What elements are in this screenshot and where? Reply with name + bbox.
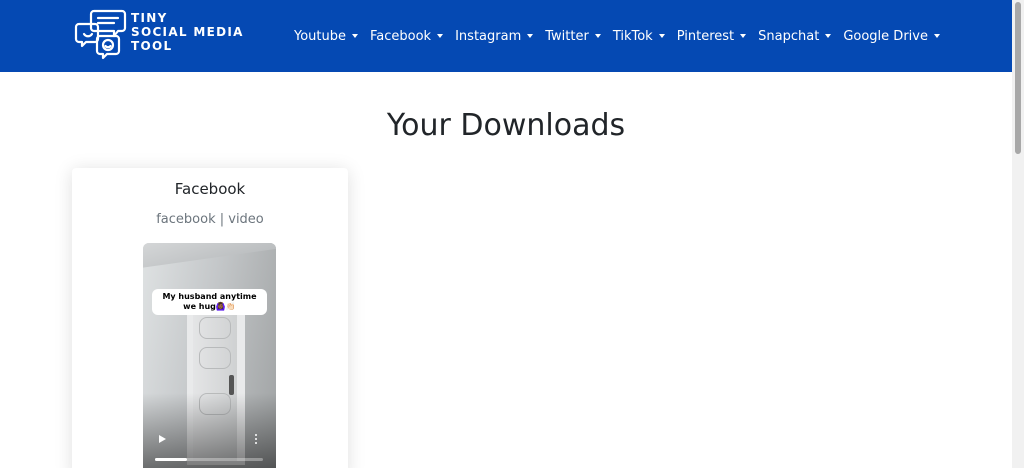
caret-down-icon — [594, 34, 601, 38]
site-header: TINY SOCIAL MEDIA TOOL Youtube Facebook … — [0, 0, 1012, 72]
logo-line-2: SOCIAL MEDIA — [131, 25, 244, 39]
nav-pinterest[interactable]: Pinterest — [671, 21, 752, 51]
card-title: Facebook — [174, 180, 246, 198]
page-scrollbar[interactable] — [1012, 0, 1024, 468]
video-frame-door-panel — [199, 347, 231, 369]
nav-twitter[interactable]: Twitter — [539, 21, 607, 51]
caret-down-icon — [740, 34, 747, 38]
more-vertical-icon[interactable] — [255, 434, 258, 445]
nav-snapchat-label: Snapchat — [758, 28, 820, 44]
main-nav: Youtube Facebook Instagram Twitter TikTo… — [288, 0, 946, 72]
card-subtitle: facebook | video — [156, 212, 264, 227]
caret-down-icon — [352, 34, 358, 38]
caret-down-icon — [825, 34, 832, 38]
page: TINY SOCIAL MEDIA TOOL Youtube Facebook … — [0, 0, 1024, 468]
caret-down-icon — [658, 34, 665, 38]
nav-tiktok[interactable]: TikTok — [607, 21, 671, 51]
caret-down-icon — [527, 34, 534, 38]
nav-facebook-label: Facebook — [370, 28, 432, 44]
nav-tiktok-label: TikTok — [612, 28, 653, 44]
nav-instagram-label: Instagram — [455, 28, 522, 44]
nav-youtube-label: Youtube — [294, 28, 346, 44]
video-progress-bar[interactable] — [155, 458, 263, 461]
video-frame-door-panel — [199, 317, 231, 339]
page-title: Your Downloads — [386, 108, 626, 143]
nav-google-drive[interactable]: Google Drive — [837, 21, 946, 51]
play-icon[interactable] — [159, 435, 166, 443]
video-player[interactable]: My husband anytime we hug🙆🏾‍♀️👏🏻 — [143, 243, 276, 468]
video-frame-door-handle — [229, 375, 234, 395]
video-controls-gradient — [143, 393, 276, 468]
video-progress-fill — [155, 458, 188, 461]
logo-line-1: TINY — [131, 11, 168, 25]
logo-line-3: TOOL — [131, 39, 173, 53]
site-logo[interactable]: TINY SOCIAL MEDIA TOOL — [74, 8, 254, 60]
video-caption: My husband anytime we hug🙆🏾‍♀️👏🏻 — [152, 289, 267, 315]
nav-google-drive-label: Google Drive — [843, 28, 928, 44]
nav-pinterest-label: Pinterest — [676, 28, 735, 44]
caret-down-icon — [933, 34, 940, 38]
scrollbar-thumb[interactable] — [1015, 2, 1021, 154]
nav-snapchat[interactable]: Snapchat — [752, 21, 837, 51]
chat-bubbles-smiley-icon — [74, 9, 127, 60]
site-logo-text: TINY SOCIAL MEDIA TOOL — [131, 11, 244, 53]
caret-down-icon — [437, 34, 444, 38]
nav-instagram[interactable]: Instagram — [449, 21, 539, 51]
nav-facebook[interactable]: Facebook — [364, 21, 449, 51]
nav-twitter-label: Twitter — [545, 28, 589, 44]
nav-youtube[interactable]: Youtube — [288, 21, 364, 51]
download-card: Facebook facebook | video My husband any… — [72, 168, 348, 468]
